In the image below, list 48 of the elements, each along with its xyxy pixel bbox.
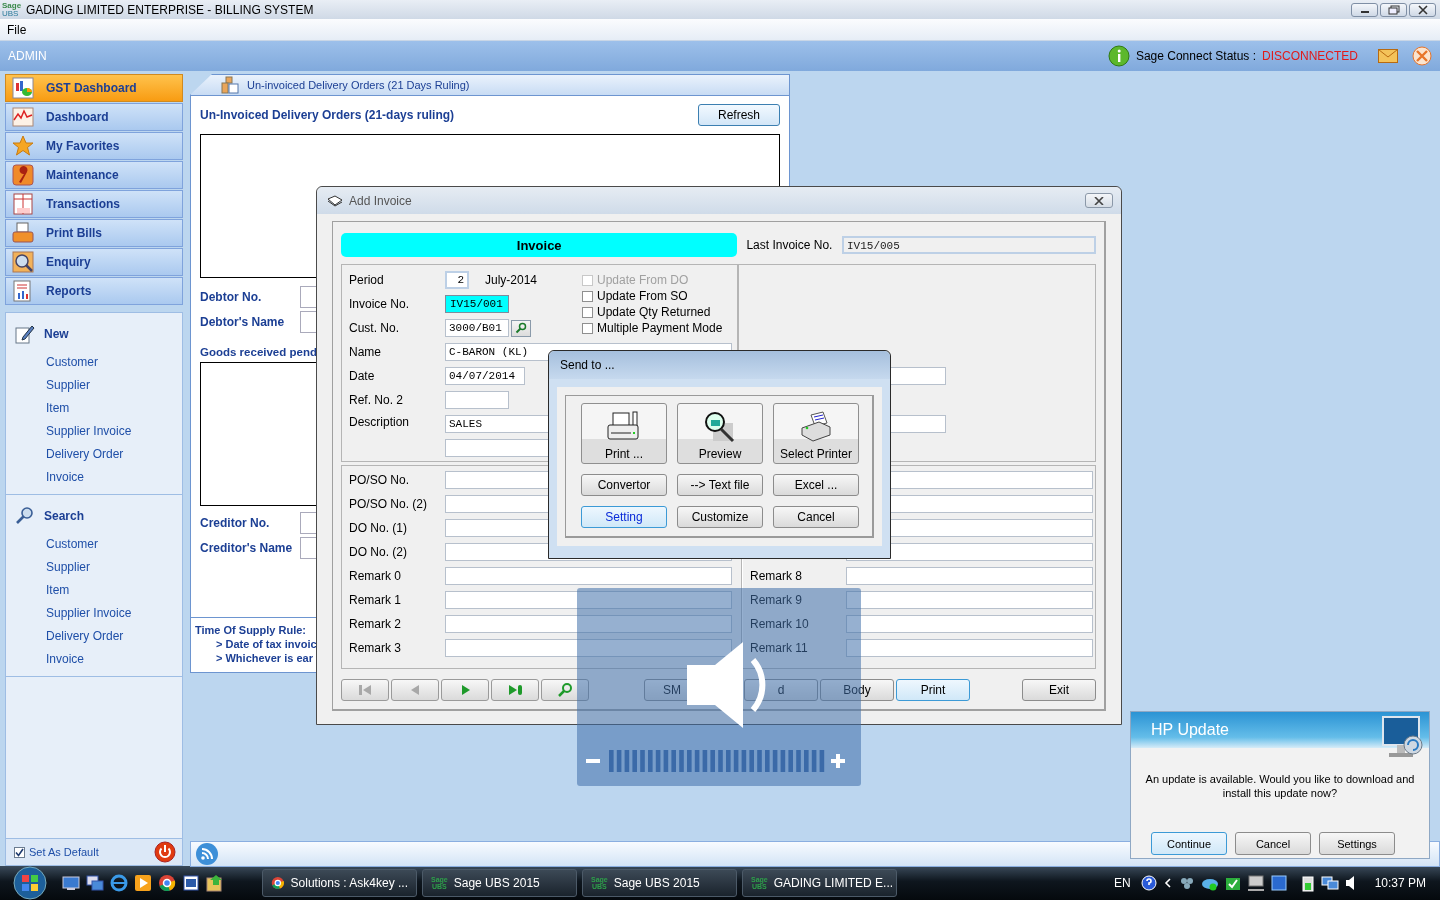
field-label: Debtor No.: [200, 289, 263, 304]
field-label: Name: [349, 345, 382, 359]
section-title: Search: [44, 509, 85, 523]
field-label: Remark 0: [349, 569, 402, 583]
field-label: Cust. No.: [349, 321, 400, 335]
user-label: ADMIN: [8, 49, 47, 63]
field-label: Last Invoice No.: [746, 238, 834, 252]
field-label: PO/SO No. (2): [349, 497, 429, 511]
dialog-title: Send to ...: [549, 351, 890, 379]
field-label: Creditor's Name: [200, 540, 294, 555]
field-label: Remark 9: [750, 593, 803, 607]
clock: 10:37 PM: [1374, 876, 1426, 890]
field-label: Debtor's Name: [200, 314, 286, 329]
window-title: GADING LIMITED ENTERPRISE - BILLING SYSTEM: [26, 2, 314, 17]
rule-text: > Whichever is ear: [216, 652, 313, 664]
field-label: Remark 11: [750, 641, 809, 655]
rule-text: > Date of tax invoic: [216, 638, 317, 650]
period-month: July-2014: [485, 273, 538, 287]
app-logo: Sage UBS: [2, 1, 22, 18]
field-label: Description: [349, 415, 411, 429]
checkbox-label: Update From SO: [597, 289, 688, 303]
field-label: Remark 10: [750, 617, 810, 631]
panel-heading: Un-Invoiced Delivery Orders (21-days ruling): [200, 108, 455, 122]
dialog-title: Add Invoice: [349, 193, 412, 208]
checkbox-label: Multiple Payment Mode: [597, 321, 723, 335]
field-label: PO/SO No.: [349, 473, 411, 487]
field-label: Remark 3: [349, 641, 402, 655]
field-label: Invoice No.: [349, 297, 411, 311]
field-label: Ref. No. 2: [349, 393, 405, 407]
field-label: Remark 1: [349, 593, 402, 607]
section-heading: Goods received pend: [200, 346, 317, 358]
field-label: DO No. (1): [349, 521, 408, 535]
checkbox-label: Set As Default: [29, 846, 99, 858]
notification-message: An update is available. Would you like to download and install this update now?: [1144, 772, 1416, 800]
field-label: Creditor No.: [200, 515, 271, 530]
field-label: Date: [349, 369, 376, 383]
rule-title: Time Of Supply Rule:: [195, 624, 308, 636]
checkbox-label: Update From DO: [597, 273, 689, 287]
status-value: DISCONNECTED: [1262, 49, 1358, 63]
field-label: Remark 8: [750, 569, 803, 583]
field-label: Period: [349, 273, 385, 287]
notification-title: HP Update: [1151, 721, 1229, 739]
section-title: New: [44, 327, 69, 341]
status-label: Sage Connect Status :: [1135, 49, 1256, 63]
field-label: Remark 2: [349, 617, 402, 631]
field-label: DO No. (2): [349, 545, 408, 559]
checkbox-label: Update Qty Returned: [597, 305, 711, 319]
form-banner: Invoice: [341, 233, 738, 257]
